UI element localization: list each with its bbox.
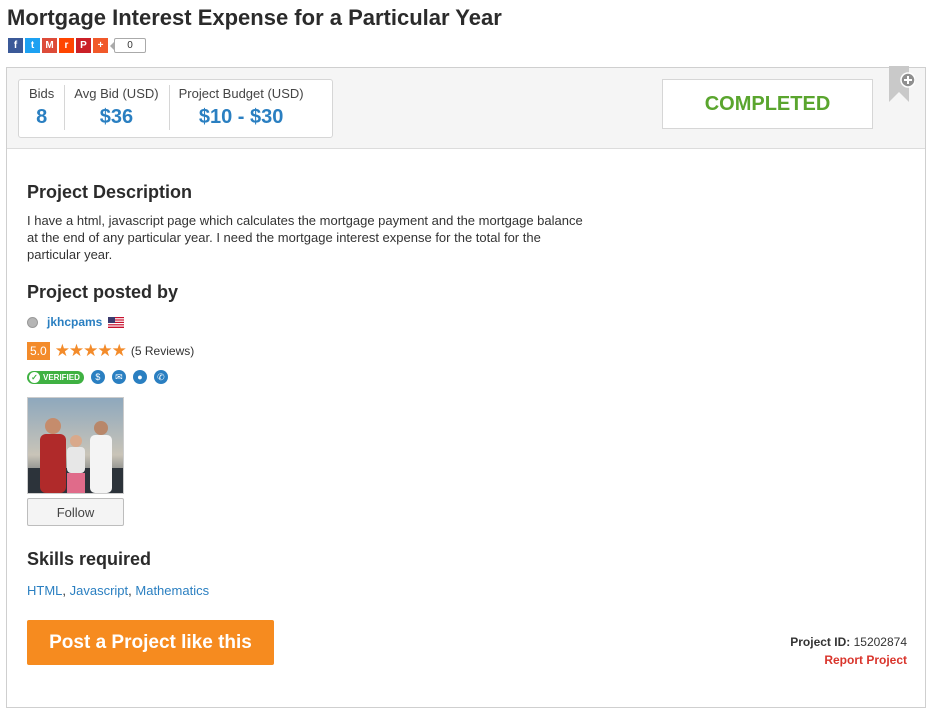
bids-label: Bids [29, 86, 55, 101]
status-badge: COMPLETED [662, 79, 873, 129]
posted-by-heading: Project posted by [27, 282, 179, 302]
poster-row: jkhcpams [27, 315, 125, 329]
payment-verified-icon: $ [90, 370, 105, 384]
verified-badge: ✓ VERIFIED [27, 370, 84, 384]
verified-label: VERIFIED [43, 372, 80, 382]
reddit-icon[interactable]: r [59, 38, 74, 53]
avg-bid-value: $36 [99, 106, 134, 128]
project-card: Bids 8 Avg Bid (USD) $36 Project Budget … [6, 66, 926, 708]
poster-username[interactable]: jkhcpams [47, 315, 102, 329]
pinterest-icon[interactable]: P [76, 38, 91, 53]
share-bar: f t M r P + 0 [8, 38, 146, 53]
facebook-icon[interactable]: f [8, 38, 23, 53]
star-rating-icon: ★★★★★ [54, 341, 127, 360]
email-verified-icon: ✉ [111, 370, 126, 384]
avg-bid-label: Avg Bid (USD) [74, 86, 159, 101]
review-count[interactable]: (5 Reviews) [131, 344, 194, 358]
bids-value: 8 [36, 106, 48, 128]
phone-verified-icon: ✆ [153, 370, 168, 384]
profile-verified-icon: ● [132, 370, 147, 384]
project-header: Bids 8 Avg Bid (USD) $36 Project Budget … [7, 66, 925, 149]
bids-stat: Bids 8 [19, 80, 64, 137]
follow-button[interactable]: Follow [27, 498, 124, 526]
plus-icon[interactable]: + [93, 38, 108, 53]
check-icon: ✓ [29, 371, 40, 383]
project-id: Project ID: 15202874 [790, 635, 907, 649]
poster-avatar[interactable] [27, 397, 124, 494]
budget-stat: Project Budget (USD) $10 - $30 [168, 80, 314, 137]
budget-label: Project Budget (USD) [178, 86, 304, 101]
skill-link[interactable]: Javascript [70, 583, 129, 598]
skill-link[interactable]: HTML [27, 583, 62, 598]
project-id-value: 15202874 [853, 635, 907, 649]
page-title: Mortgage Interest Expense for a Particul… [7, 5, 502, 30]
report-project-link[interactable]: Report Project [824, 653, 907, 667]
project-id-label: Project ID: [790, 635, 851, 649]
budget-value: $10 - $30 [198, 106, 284, 128]
skills-heading: Skills required [27, 549, 152, 569]
skill-link[interactable]: Mathematics [135, 583, 209, 598]
description-text: I have a html, javascript page which cal… [27, 213, 583, 262]
rating-score: 5.0 [27, 342, 50, 360]
online-status-icon [27, 316, 38, 328]
share-count: 0 [110, 38, 146, 53]
bookmark-add-icon[interactable] [887, 66, 915, 106]
post-project-button[interactable]: Post a Project like this [27, 620, 274, 665]
gmail-icon[interactable]: M [42, 38, 57, 53]
avg-bid-stat: Avg Bid (USD) $36 [64, 80, 168, 137]
us-flag-icon [108, 316, 125, 328]
verification-badges: ✓ VERIFIED $ ✉ ● ✆ [27, 370, 168, 384]
bid-stats: Bids 8 Avg Bid (USD) $36 Project Budget … [18, 79, 333, 138]
twitter-icon[interactable]: t [25, 38, 40, 53]
description-heading: Project Description [27, 182, 193, 202]
skills-list: HTML, Javascript, Mathematics [27, 583, 210, 598]
poster-rating: 5.0 ★★★★★ (5 Reviews) [27, 341, 194, 361]
